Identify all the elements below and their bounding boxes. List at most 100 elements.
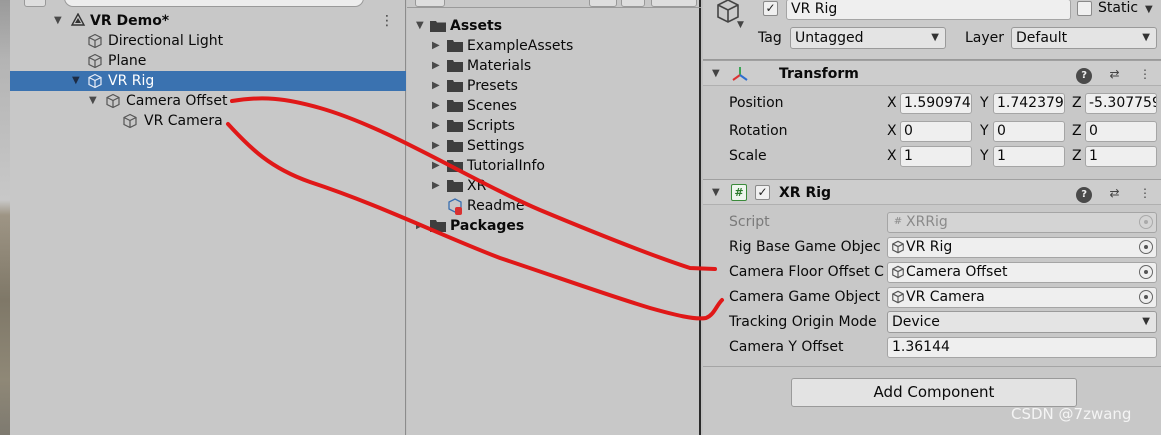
- expand-arrow-icon[interactable]: ▼: [89, 91, 97, 111]
- hierarchy-search-input[interactable]: [64, 0, 364, 7]
- folder-label: Scripts: [467, 118, 515, 134]
- folder-open-icon: [430, 21, 446, 32]
- folder-scenes[interactable]: ▶ Scenes: [407, 96, 701, 116]
- gameobject-cube-icon: [892, 265, 904, 279]
- scale-x-field[interactable]: 1: [900, 146, 972, 167]
- rotation-z-field[interactable]: 0: [1085, 121, 1157, 142]
- folder-label: Presets: [467, 78, 518, 94]
- collapsed-arrow-icon[interactable]: ▶: [432, 76, 440, 96]
- position-y-field[interactable]: 1.742379: [993, 93, 1065, 114]
- collapsed-arrow-icon[interactable]: ▶: [432, 96, 440, 116]
- active-checkbox[interactable]: ✓: [763, 1, 778, 16]
- folder-scripts[interactable]: ▶ Scripts: [407, 116, 701, 136]
- folder-icon: [447, 60, 463, 72]
- folder-label: Materials: [467, 58, 532, 74]
- folder-exampleassets[interactable]: ▶ ExampleAssets: [407, 36, 701, 56]
- folder-materials[interactable]: ▶ Materials: [407, 56, 701, 76]
- hierarchy-item-directional-light[interactable]: Directional Light: [10, 31, 406, 51]
- project-create-button[interactable]: [415, 0, 445, 7]
- transform-header[interactable]: ▼ Transform ? ⇄ ⋮: [703, 60, 1161, 86]
- folder-icon: [447, 160, 463, 172]
- folder-label: Assets: [450, 18, 503, 34]
- folder-presets[interactable]: ▶ Presets: [407, 76, 701, 96]
- camera-game-object-value: VR Camera: [906, 289, 985, 305]
- folder-xr[interactable]: ▶ XR: [407, 176, 701, 196]
- component-enabled-checkbox[interactable]: ✓: [755, 185, 770, 200]
- preset-sliders-icon[interactable]: ⇄: [1107, 66, 1123, 82]
- tag-dropdown[interactable]: Untagged ▼: [790, 27, 946, 49]
- static-checkbox[interactable]: [1077, 1, 1092, 16]
- scene-row[interactable]: ▼ VR Demo* ⋮: [10, 11, 406, 31]
- project-count-button[interactable]: [651, 0, 697, 7]
- static-dropdown-caret-icon[interactable]: ▼: [1145, 0, 1153, 20]
- collapsed-arrow-icon[interactable]: ▶: [416, 216, 424, 236]
- help-icon[interactable]: ?: [1076, 68, 1093, 84]
- readme-asset-icon: [448, 198, 462, 215]
- collapsed-arrow-icon[interactable]: ▶: [432, 156, 440, 176]
- camera-y-offset-label: Camera Y Offset: [729, 339, 844, 355]
- hierarchy-item-vr-camera[interactable]: VR Camera: [10, 111, 406, 131]
- folder-tutorialinfo[interactable]: ▶ TutorialInfo: [407, 156, 701, 176]
- asset-readme[interactable]: Readme: [407, 196, 701, 216]
- collapsed-arrow-icon[interactable]: ▶: [432, 176, 440, 196]
- object-picker-icon[interactable]: [1139, 240, 1153, 254]
- axis-z-label: Z: [1072, 148, 1082, 164]
- layer-dropdown[interactable]: Default ▼: [1011, 27, 1157, 49]
- scale-z-field[interactable]: 1: [1085, 146, 1157, 167]
- axis-z-label: Z: [1072, 123, 1082, 139]
- folder-label: ExampleAssets: [467, 38, 574, 54]
- camera-game-object-field[interactable]: VR Camera: [887, 287, 1157, 308]
- scene-name: VR Demo*: [90, 13, 170, 29]
- axis-z-label: Z: [1072, 95, 1082, 111]
- rotation-y-field[interactable]: 0: [993, 121, 1065, 142]
- rig-base-field[interactable]: VR Rig: [887, 237, 1157, 258]
- expand-arrow-icon[interactable]: ▼: [54, 11, 62, 31]
- create-button[interactable]: [24, 0, 46, 7]
- rotation-label: Rotation: [729, 123, 788, 139]
- hierarchy-item-camera-offset[interactable]: ▼ Camera Offset: [10, 91, 406, 111]
- object-picker-icon[interactable]: [1139, 290, 1153, 304]
- preset-sliders-icon[interactable]: ⇄: [1107, 185, 1123, 201]
- folder-icon: [447, 180, 463, 192]
- folder-icon: [447, 100, 463, 112]
- hierarchy-item-vr-rig[interactable]: ▼ VR Rig: [10, 71, 406, 91]
- camera-y-offset-field[interactable]: 1.36144: [887, 337, 1157, 358]
- scale-label: Scale: [729, 148, 767, 164]
- collapsed-arrow-icon[interactable]: ▶: [432, 56, 440, 76]
- scene-menu-icon[interactable]: ⋮: [380, 11, 394, 31]
- collapsed-arrow-icon[interactable]: ▶: [432, 136, 440, 156]
- tag-label: Tag: [758, 30, 782, 46]
- collapsed-arrow-icon[interactable]: ▶: [432, 116, 440, 136]
- position-x-field[interactable]: 1.590974: [900, 93, 972, 114]
- axis-x-label: X: [887, 95, 897, 111]
- rotation-x-field[interactable]: 0: [900, 121, 972, 142]
- object-name-input[interactable]: VR Rig: [786, 0, 1071, 20]
- scale-y-field[interactable]: 1: [993, 146, 1065, 167]
- folder-assets[interactable]: ▼ Assets: [407, 16, 701, 36]
- tracking-origin-mode-dropdown[interactable]: Device ▼: [887, 311, 1157, 333]
- add-component-button[interactable]: Add Component: [791, 378, 1077, 407]
- xr-rig-header[interactable]: ▼ # ✓ XR Rig ? ⇄ ⋮: [703, 179, 1161, 205]
- hierarchy-item-plane[interactable]: Plane: [10, 51, 406, 71]
- foldout-arrow-icon[interactable]: ▼: [712, 64, 720, 84]
- folder-settings[interactable]: ▶ Settings: [407, 136, 701, 156]
- component-menu-icon[interactable]: ⋮: [1137, 185, 1153, 201]
- foldout-arrow-icon[interactable]: ▼: [712, 183, 720, 203]
- icon-dropdown-caret-icon[interactable]: ▼: [737, 20, 744, 30]
- camera-floor-offset-field[interactable]: Camera Offset: [887, 262, 1157, 283]
- expand-arrow-icon[interactable]: ▼: [416, 16, 424, 36]
- position-z-field[interactable]: -5.307759: [1085, 93, 1157, 114]
- gameobject-cube-icon: [88, 53, 102, 69]
- project-filter-button[interactable]: [589, 0, 617, 7]
- component-menu-icon[interactable]: ⋮: [1137, 66, 1153, 82]
- component-title: XR Rig: [779, 185, 832, 201]
- tracking-origin-mode-value: Device: [892, 314, 940, 330]
- folder-icon: [447, 80, 463, 92]
- object-picker-icon[interactable]: [1139, 265, 1153, 279]
- help-icon[interactable]: ?: [1076, 187, 1093, 203]
- expand-arrow-icon[interactable]: ▼: [72, 71, 80, 91]
- project-type-button[interactable]: [621, 0, 645, 7]
- folder-packages[interactable]: ▶ Packages: [407, 216, 701, 236]
- watermark: CSDN @7zwang: [1011, 405, 1132, 423]
- collapsed-arrow-icon[interactable]: ▶: [432, 36, 440, 56]
